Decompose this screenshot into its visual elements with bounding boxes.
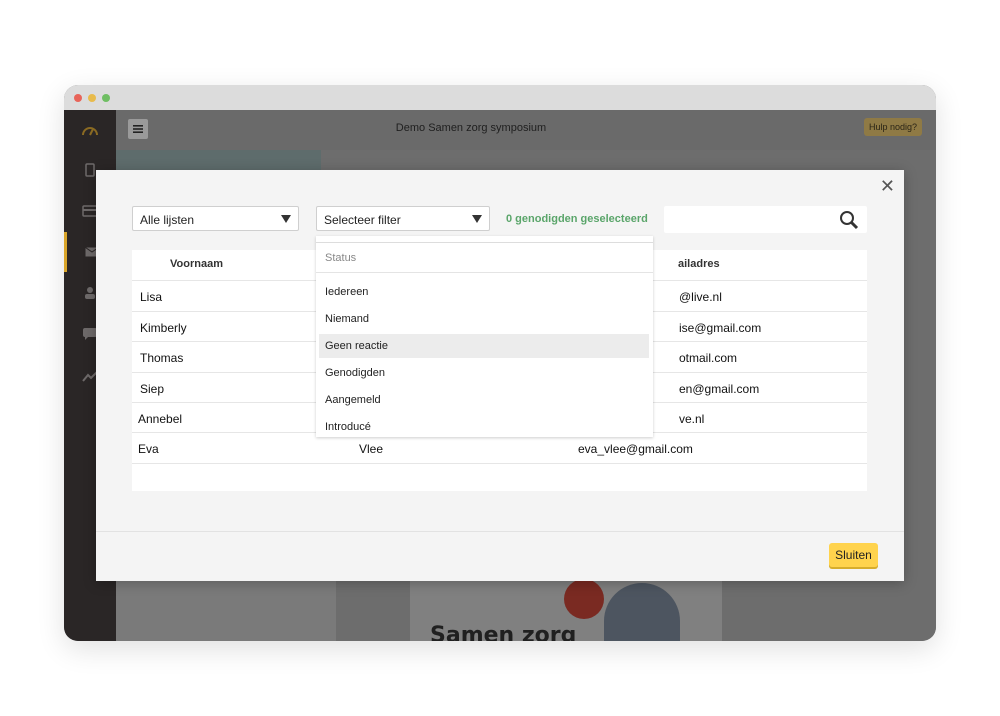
dropdown-option[interactable]: Aangemeld [319, 388, 649, 412]
cell-email: ve.nl [679, 412, 705, 426]
caret-down-icon [281, 215, 291, 223]
search-icon[interactable] [839, 210, 859, 235]
filter-select-value: Selecteer filter [324, 213, 401, 227]
app-title: Demo Samen zorg symposium [395, 122, 547, 134]
header-first-name[interactable]: Voornaam [170, 258, 223, 270]
help-button[interactable]: Hulp nodig? [863, 118, 922, 136]
dropdown-option-highlighted[interactable]: Geen reactie [319, 334, 649, 358]
dashboard-icon[interactable] [64, 110, 116, 150]
header-email[interactable]: ailadres [678, 258, 720, 270]
maximize-window-dot[interactable] [102, 94, 110, 102]
cell-first-name: Annebel [138, 412, 183, 426]
cell-first-name: Thomas [140, 351, 184, 365]
option-label: Niemand [325, 313, 370, 325]
cell-first-name: Lisa [140, 290, 163, 304]
lists-select-value: Alle lijsten [140, 213, 195, 227]
modal-footer-divider [96, 531, 904, 532]
close-window-dot[interactable] [74, 94, 82, 102]
poster-circle [564, 581, 604, 619]
cell-email: ise@gmail.com [679, 321, 762, 335]
top-bar: Demo Samen zorg symposium Hulp nodig? [116, 110, 936, 150]
option-label: Iedereen [325, 286, 369, 298]
window-titlebar [64, 85, 936, 110]
poster-photo [604, 583, 680, 641]
cell-email: @live.nl [679, 290, 722, 304]
background-card [116, 581, 336, 641]
close-button[interactable]: Sluiten [829, 543, 878, 567]
dropdown-option[interactable]: Iedereen [319, 280, 649, 304]
filter-select[interactable]: Selecteer filter [316, 206, 490, 231]
background-poster: Samen zorg [410, 581, 722, 641]
dropdown-option[interactable]: Introducé [319, 415, 649, 437]
caret-down-icon [472, 215, 482, 223]
invite-modal: ✕ Alle lijsten Selecteer filter 0 genodi… [96, 170, 904, 581]
cell-first-name: Siep [140, 382, 165, 396]
dropdown-option[interactable]: Genodigden [319, 361, 649, 385]
option-label: Genodigden [325, 367, 385, 379]
dropdown-option[interactable]: Niemand [319, 307, 649, 331]
cell-email: en@gmail.com [679, 382, 760, 396]
cell-email: eva_vlee@gmail.com [578, 442, 693, 456]
lists-select[interactable]: Alle lijsten [132, 206, 299, 231]
cell-first-name: Eva [138, 442, 159, 456]
selected-count: 0 genodigden geselecteerd [506, 213, 648, 225]
dropdown-top-border [316, 236, 653, 243]
cell-first-name: Kimberly [140, 321, 187, 335]
filter-dropdown: Status Iedereen Niemand Geen reactie Gen… [316, 236, 653, 437]
poster-text: Samen zorg [430, 623, 577, 641]
option-label: Aangemeld [325, 394, 381, 406]
background-image [116, 150, 321, 170]
dropdown-divider [316, 272, 653, 273]
dropdown-group-header: Status [325, 252, 357, 264]
cell-last-name: Vlee [359, 442, 384, 456]
search-input[interactable] [664, 206, 867, 233]
option-label: Geen reactie [325, 340, 388, 352]
cell-email: otmail.com [679, 351, 738, 365]
close-modal-icon[interactable]: ✕ [880, 176, 895, 197]
minimize-window-dot[interactable] [88, 94, 96, 102]
option-label: Introducé [325, 421, 371, 433]
